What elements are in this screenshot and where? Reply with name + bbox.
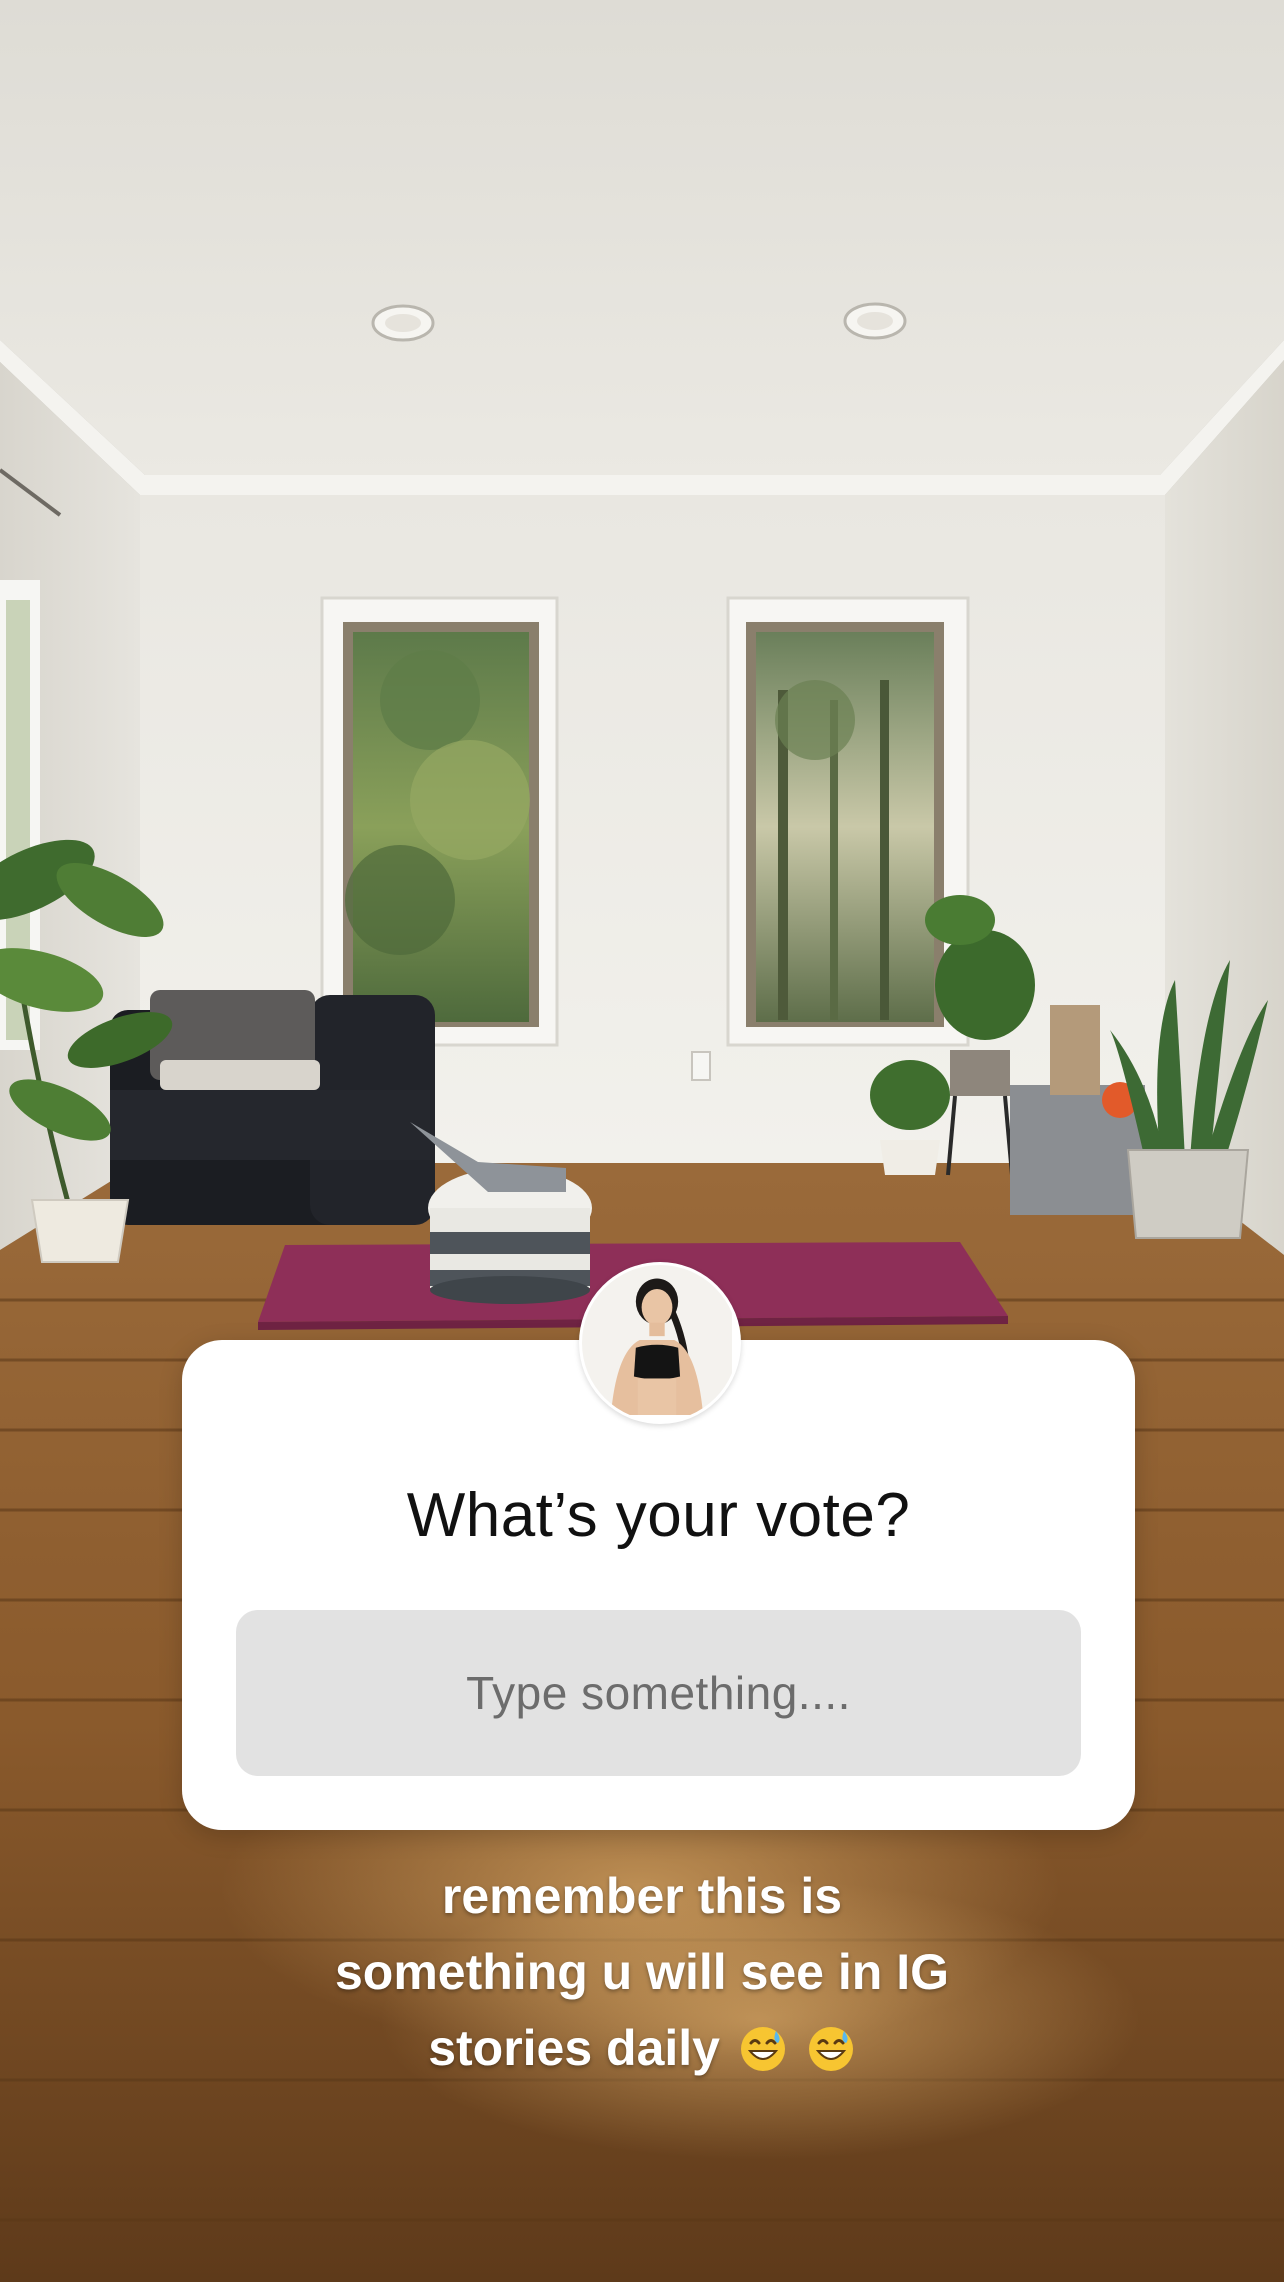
caption-line-3-wrap: stories daily xyxy=(242,2010,1042,2086)
caption-line-1: remember this is xyxy=(441,1868,843,1924)
answer-placeholder: Type something.... xyxy=(466,1667,851,1719)
caption-line-3: stories daily xyxy=(428,2020,720,2076)
answer-input[interactable]: Type something.... xyxy=(236,1610,1081,1776)
story-caption: remember this is something u will see in… xyxy=(242,1858,1042,2086)
question-prompt: What’s your vote? xyxy=(406,1481,911,1550)
instagram-story: What’s your vote? Type something.... rem… xyxy=(0,0,1284,2282)
profile-photo-icon xyxy=(579,1262,741,1424)
grinning-face-with-sweat-icon xyxy=(808,2027,853,2071)
grinning-face-with-sweat-icon xyxy=(740,2027,785,2071)
caption-line-2: something u will see in IG xyxy=(335,1944,949,2000)
